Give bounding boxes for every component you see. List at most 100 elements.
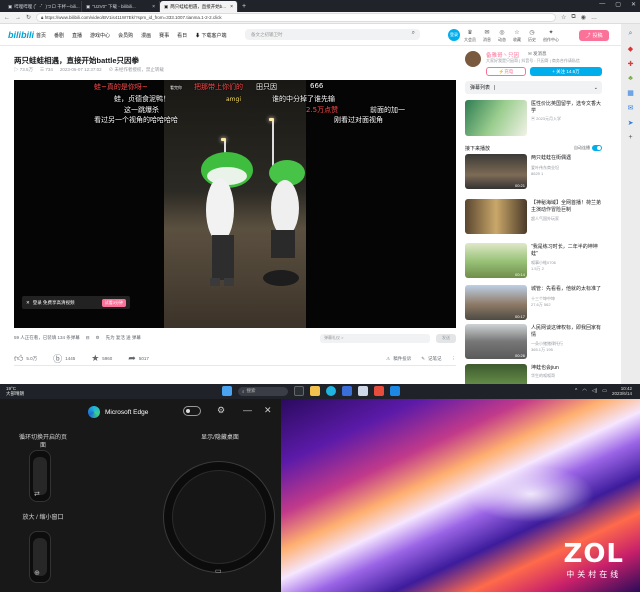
follow-button[interactable]: + 关注 14.6万: [530, 67, 602, 76]
favorite-button[interactable]: ★ 5960: [91, 353, 112, 364]
search-input[interactable]: 备文之初输卫时 ⌕: [245, 29, 420, 40]
games-icon[interactable]: ♣: [628, 75, 633, 82]
weather-widget[interactable]: 19°C 大部晴朗: [6, 386, 24, 396]
minimize-icon[interactable]: —: [599, 1, 605, 8]
nav-vip[interactable]: ♛ 大会员: [464, 29, 476, 43]
cycle-pages-knob[interactable]: [29, 450, 51, 502]
nav-history[interactable]: ◷ 历史: [528, 29, 536, 43]
nav-item-manga[interactable]: 漫画: [141, 32, 151, 39]
danmaku-list-toggle[interactable]: 弹幕列表 | ⌄: [465, 81, 602, 94]
zoom-window-knob[interactable]: [29, 531, 51, 583]
close-tab-icon[interactable]: ×: [230, 4, 233, 10]
clock[interactable]: 10:42 2023/6/14: [612, 386, 632, 396]
more-menu-icon[interactable]: …: [591, 15, 597, 21]
more-icon[interactable]: ⋮: [452, 356, 457, 362]
nav-item-games[interactable]: 游戏中心: [90, 32, 110, 39]
start-icon[interactable]: [222, 386, 232, 396]
close-icon[interactable]: ✕: [264, 405, 272, 416]
recommended-video[interactable]: 坤蛙也会jiun 华生的呱呱哥: [465, 364, 602, 384]
recommended-video[interactable]: 00:17 城管：先看看，他就的太标准了 十三个坤中坤 27.6万 562: [465, 285, 602, 321]
bilibili-logo[interactable]: bilibili: [8, 30, 34, 40]
nav-item-live[interactable]: 直播: [72, 32, 82, 39]
note-button[interactable]: ✎ 记笔记: [421, 356, 441, 362]
message-up-link[interactable]: ✉ 发消息: [528, 51, 547, 57]
ad-thumbnail[interactable]: [465, 100, 527, 136]
danmaku-settings-icon[interactable]: ⚙: [96, 335, 100, 341]
app-icon[interactable]: [390, 386, 400, 396]
nav-messages[interactable]: ✉ 消息: [483, 29, 491, 43]
search-icon[interactable]: ⌕: [412, 30, 415, 37]
drop-icon[interactable]: ➤: [628, 119, 634, 127]
play-icon: ▷: [14, 67, 19, 72]
minimize-icon[interactable]: —: [243, 405, 252, 415]
back-icon[interactable]: ←: [4, 15, 10, 21]
store-icon[interactable]: [342, 386, 352, 396]
close-tab-icon[interactable]: ×: [152, 4, 155, 10]
toggle-switch[interactable]: [592, 145, 602, 151]
profile-icon[interactable]: ◉: [581, 14, 586, 21]
coin-button[interactable]: ⓑ 1445: [53, 352, 75, 365]
send-danmaku-button[interactable]: 发送: [436, 333, 456, 343]
taskbar-search[interactable]: ⌕ 搜索: [238, 386, 288, 396]
nav-item-home[interactable]: 首页: [36, 32, 46, 39]
login-hd-banner[interactable]: ✕ 登录 免费享高清视频 试看3分钟: [22, 296, 130, 309]
danmaku-input[interactable]: 弹幕礼仪 >: [320, 333, 430, 343]
shopping-icon[interactable]: ◆: [628, 45, 633, 53]
recommended-video[interactable]: 00:14 "我是练习时长，二年半的坤坤蛙" 呱事小蛙0706 1.5万 2: [465, 243, 602, 279]
add-icon[interactable]: +: [628, 134, 632, 141]
refresh-icon[interactable]: ↻: [26, 14, 31, 21]
recommended-video[interactable]: 00:21 两只蛙蛙在街偶遇 爱叶伟东商业坦 8629 1: [465, 154, 602, 190]
file-explorer-icon[interactable]: [310, 386, 320, 396]
app-icon[interactable]: [374, 386, 384, 396]
panel-toggle[interactable]: [183, 406, 201, 416]
recommended-video[interactable]: 【神秘海域】全网首播！荷兰弟主演动作冒险巨制 超人气国外玩家: [465, 199, 602, 235]
maximize-icon[interactable]: ▢: [615, 1, 621, 8]
nav-item-more[interactable]: 看日: [177, 32, 187, 39]
nav-item-download[interactable]: ⬇ 下载客户端: [195, 32, 226, 39]
try-button[interactable]: 试看3分钟: [101, 298, 126, 307]
nav-favorites[interactable]: ☆ 收藏: [513, 29, 521, 43]
outlook-icon[interactable]: ✉: [628, 104, 634, 112]
nav-item-matches[interactable]: 赛事: [159, 32, 169, 39]
nav-item-mall[interactable]: 会员购: [118, 32, 133, 39]
recommended-video[interactable]: 00:26 人民网谈这律权标，即我回家有情 一朵小猪猪律托行 365.1万 19…: [465, 324, 602, 360]
up-avatar[interactable]: [465, 51, 481, 67]
browser-tab[interactable]: ▣哔哩哔哩 (゜-゜)つロ 干杯~-bili...×: [4, 1, 82, 12]
collections-icon[interactable]: ⧉: [571, 14, 575, 21]
autoplay-toggle[interactable]: 自动连播: [574, 145, 602, 151]
duration: 00:17: [514, 314, 525, 319]
search-icon[interactable]: ⌕: [629, 30, 633, 38]
forward-icon[interactable]: →: [15, 15, 21, 21]
url-field[interactable]: 🔒︎ https://www.bilibili.com/video/BV1is4…: [36, 13, 557, 22]
report-button[interactable]: ⚠ 稿件投诉: [386, 356, 411, 362]
wifi-icon[interactable]: ◠: [582, 388, 586, 394]
browser-tab[interactable]: ▣ "U2V0" 下载 - bilibili... ×: [82, 1, 160, 12]
close-banner-icon[interactable]: ✕: [26, 300, 30, 306]
share-button[interactable]: ➦ 5017: [128, 353, 149, 364]
office-icon[interactable]: ▦: [627, 89, 634, 97]
nav-creator[interactable]: ✦ 创作中心: [543, 29, 559, 43]
favorites-icon[interactable]: ☆: [561, 14, 566, 21]
nav-item-anime[interactable]: 番剧: [54, 32, 64, 39]
upload-button[interactable]: ⤴ 投稿: [579, 30, 609, 41]
nav-dynamic[interactable]: ◎ 动态: [498, 29, 506, 43]
viewers-text: 59 人正在看，已装填 134 条弹幕: [14, 335, 80, 340]
video-player[interactable]: 蛙~真的是你呀~ 蛙，贞德食泥鸭！ 这一跳爆杀 看过另一个视角的哈哈哈哈 把那带…: [14, 80, 456, 328]
close-window-icon[interactable]: ✕: [631, 1, 636, 8]
settings-app-icon[interactable]: [358, 386, 368, 396]
edge-icon[interactable]: [326, 386, 336, 396]
new-tab-icon[interactable]: +: [242, 3, 246, 10]
battery-icon[interactable]: ▭: [602, 388, 607, 394]
task-view-icon[interactable]: [294, 386, 304, 396]
chevron-up-icon[interactable]: ^: [575, 388, 577, 394]
dial-center[interactable]: [172, 470, 266, 564]
user-avatar[interactable]: 登录: [448, 29, 460, 41]
browser-tab-active[interactable]: ▣ 两只蛙蛙相遇，直接开始b... ×: [160, 1, 238, 12]
volume-icon[interactable]: ◁): [592, 388, 598, 394]
danmaku-toggle-icon[interactable]: ⊟: [86, 335, 90, 341]
ad-text[interactable]: 医性价比英国留学，选专文香大学 ▣ 2023元月入学: [531, 101, 603, 122]
gear-icon[interactable]: ⚙: [217, 405, 225, 416]
tools-icon[interactable]: ✚: [628, 60, 634, 68]
charge-button[interactable]: ⚡ 充电: [486, 67, 526, 76]
like-button[interactable]: 👍︎ 5.0万: [14, 353, 37, 364]
